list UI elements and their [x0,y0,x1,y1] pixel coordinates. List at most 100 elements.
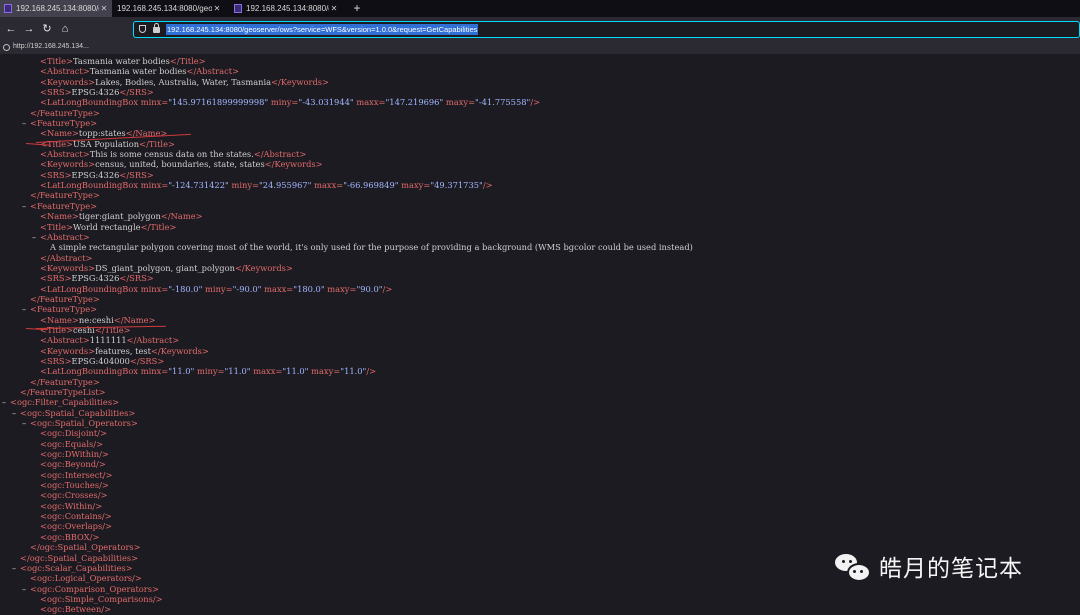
xml-tag: <Title> [40,221,73,232]
collapse-toggle[interactable]: – [12,563,16,573]
forward-button[interactable]: → [22,22,36,36]
xml-tag: </FeatureType> [30,107,100,118]
xml-text: 1111111 [89,335,127,346]
xml-tag: <ogc:Scalar_Capabilities> [20,562,133,573]
back-button[interactable]: ← [4,22,18,36]
xml-line: <SRS>EPSG:4326</SRS> [0,273,1080,283]
xml-tag: </FeatureTypeList> [20,387,106,397]
xml-tag: /> [482,180,493,191]
xml-line: – <ogc:Comparison_Operators> [0,584,1080,594]
xml-tag: <SRS> [40,355,72,366]
xml-tag: <Name> [40,314,79,325]
xml-tag: <FeatureType> [30,304,98,315]
xml-tag: <Keywords> [40,345,96,356]
xml-tag: maxy= [308,366,341,377]
xml-line: <ogc:Simple_Comparisons/> [0,594,1080,604]
xml-line: <Abstract>Tasmania water bodies</Abstrac… [0,66,1080,76]
xml-tag: <SRS> [40,87,72,98]
wechat-icon [833,550,871,582]
xml-tag: </SRS> [119,87,154,98]
xml-tag: </Keywords> [150,345,209,356]
xml-tag: <LatLongBoundingBox [40,97,141,108]
xml-tag: <Keywords> [40,262,96,273]
url-text[interactable]: 192.168.245.134:8080/geoserver/ows?servi… [166,24,479,35]
xml-attribute-value: "49.371735" [430,180,483,191]
xml-tag: </FeatureType> [30,293,100,304]
tab-3[interactable]: 192.168.245.134:8080/gc ✕ [230,0,342,17]
xml-tag: </Abstract> [40,252,93,263]
collapse-toggle[interactable]: – [12,408,16,418]
xml-text: Lakes, Bodies, Australia, Water, Tasmani… [95,76,272,87]
xml-tag: <ogc:BBOX/> [40,531,100,542]
tab-close-icon[interactable]: ✕ [329,4,339,13]
xml-tag: <Name> [40,211,79,222]
xml-tag: <Abstract> [40,66,90,77]
reload-button[interactable]: ↻ [40,22,54,36]
collapse-toggle[interactable]: – [2,397,6,407]
tab-label: 192.168.245.134:8080/geose [117,4,212,13]
xml-line: <Title>USA Population</Title> [0,139,1080,149]
xml-attribute-value: "-43.031944" [298,97,354,108]
collapse-toggle[interactable]: – [32,232,36,242]
xml-tag: <FeatureType> [30,118,98,129]
tab-close-icon[interactable]: ✕ [99,4,109,13]
xml-tag: /> [366,366,377,377]
xml-tag: <ogc:Beyond/> [40,459,106,470]
collapse-toggle[interactable]: – [22,418,26,428]
xml-tag: miny= [268,97,299,108]
xml-line: <Keywords>DS_giant_polygon, giant_polygo… [0,263,1080,273]
xml-line: <ogc:Between/> [0,604,1080,614]
xml-tag: </Name> [160,211,203,222]
xml-text: EPSG:404000 [71,355,130,366]
xml-tag: <Name> [40,128,79,139]
xml-tag: <ogc:Between/> [40,604,112,615]
tracking-shield-icon[interactable] [139,25,146,33]
xml-tag: </Keywords> [264,159,323,170]
tab-bar: 192.168.245.134:8080/gc ✕ 192.168.245.13… [0,0,1080,17]
lock-icon[interactable] [153,23,160,33]
xml-text: This is some census data on the states. [89,149,254,160]
xml-line: <SRS>EPSG:4326</SRS> [0,87,1080,97]
xml-tag: </Abstract> [253,149,307,160]
tab-2[interactable]: 192.168.245.134:8080/geose ✕ [113,0,225,17]
xml-line: A simple rectangular polygon covering mo… [0,242,1080,252]
xml-tag: <Keywords> [40,159,96,170]
xml-tag: <ogc:Disjoint/> [40,428,107,439]
collapse-toggle[interactable]: – [22,304,26,314]
bookmark-item[interactable]: http://192.168.245.134... [13,43,89,50]
xml-attribute-value: "180.0" [293,283,325,294]
xml-line: <ogc:BBOX/> [0,532,1080,542]
xml-attribute-value: "11.0" [340,366,367,377]
xml-tag: maxy= [324,283,357,294]
xml-text: ne:ceshi [78,314,114,325]
xml-line: <ogc:Beyond/> [0,459,1080,469]
xml-line: <SRS>EPSG:404000</SRS> [0,356,1080,366]
address-bar[interactable]: 192.168.245.134:8080/geoserver/ows?servi… [133,21,1080,38]
xml-tag: maxy= [398,180,431,191]
new-tab-button[interactable]: + [350,1,364,15]
xml-line: <ogc:Touches/> [0,480,1080,490]
xml-tag: <Keywords> [40,76,96,87]
collapse-toggle[interactable]: – [22,201,26,211]
collapse-toggle[interactable]: – [22,584,26,594]
xml-text: EPSG:4326 [71,273,120,284]
xml-attribute-value: "-41.775558" [475,97,531,108]
xml-tag: <LatLongBoundingBox [40,180,141,191]
home-button[interactable]: ⌂ [58,22,72,36]
xml-text: World rectangle [73,221,141,232]
xml-attribute-value: "11.0" [224,366,251,377]
xml-tag: <LatLongBoundingBox [40,366,141,377]
bookmarks-bar: http://192.168.245.134... [0,42,1080,54]
xml-line: – <ogc:Spatial_Operators> [0,418,1080,428]
xml-attribute-value: "11.0" [282,366,309,377]
xml-tag: maxx= [311,180,344,191]
tab-close-icon[interactable]: ✕ [212,4,222,13]
xml-line: <LatLongBoundingBox minx="-180.0" miny="… [0,284,1080,294]
xml-text: A simple rectangular polygon covering mo… [50,242,693,253]
xml-line: – <ogc:Filter_Capabilities> [0,397,1080,407]
tab-1[interactable]: 192.168.245.134:8080/gc ✕ [0,0,112,17]
xml-text: features, test [95,345,151,356]
collapse-toggle[interactable]: – [22,118,26,128]
xml-document: <Title>Tasmania water bodies</Title> <Abs… [0,56,1080,615]
xml-tag: <ogc:Equals/> [40,438,104,449]
